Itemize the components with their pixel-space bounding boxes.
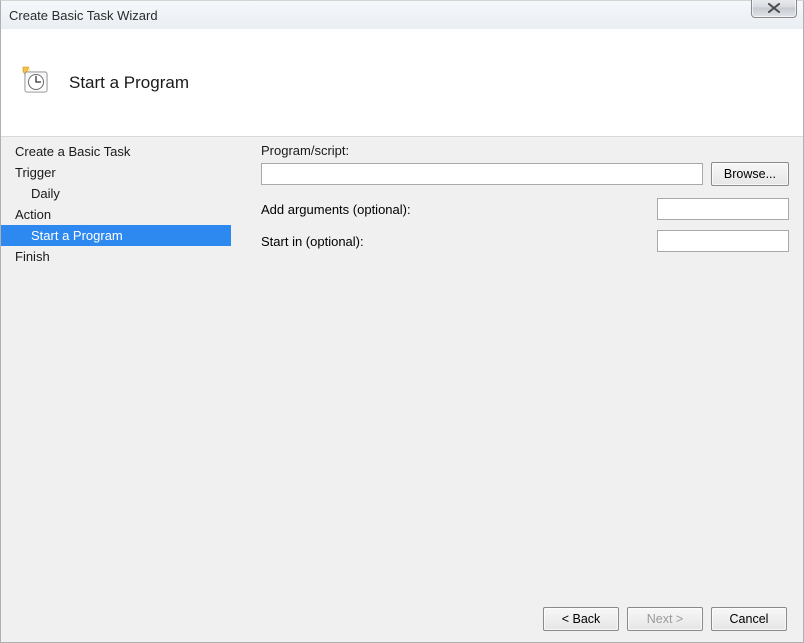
window-title: Create Basic Task Wizard xyxy=(9,8,158,23)
wizard-step-action[interactable]: Action xyxy=(1,204,231,225)
wizard-window: Create Basic Task Wizard xyxy=(0,0,804,643)
wizard-step-finish[interactable]: Finish xyxy=(1,246,231,267)
arguments-row: Add arguments (optional): xyxy=(261,198,789,220)
wizard-step-label: Action xyxy=(15,207,51,222)
program-row: Browse... xyxy=(261,162,789,186)
arguments-input[interactable] xyxy=(657,198,789,220)
cancel-button[interactable]: Cancel xyxy=(711,607,787,631)
browse-button[interactable]: Browse... xyxy=(711,162,789,186)
program-script-input[interactable] xyxy=(261,163,703,185)
wizard-header: Start a Program xyxy=(1,29,803,137)
start-in-row: Start in (optional): xyxy=(261,230,789,252)
wizard-step-daily[interactable]: Daily xyxy=(1,183,231,204)
titlebar: Create Basic Task Wizard xyxy=(1,1,803,29)
wizard-steps-sidebar: Create a Basic Task Trigger Daily Action Sta… xyxy=(1,137,231,596)
arguments-label: Add arguments (optional): xyxy=(261,202,411,217)
close-button[interactable] xyxy=(751,0,797,18)
main-pane: Program/script: Browse... Add arguments … xyxy=(231,137,803,596)
start-in-input[interactable] xyxy=(657,230,789,252)
wizard-step-start-a-program[interactable]: Start a Program xyxy=(1,225,231,246)
wizard-step-label: Start a Program xyxy=(31,228,123,243)
wizard-step-label: Create a Basic Task xyxy=(15,144,130,159)
wizard-footer: < Back Next > Cancel xyxy=(1,596,803,642)
wizard-step-label: Daily xyxy=(31,186,60,201)
close-icon xyxy=(768,3,780,13)
wizard-body: Create a Basic Task Trigger Daily Action Sta… xyxy=(1,137,803,596)
wizard-step-label: Trigger xyxy=(15,165,56,180)
page-heading: Start a Program xyxy=(69,73,189,93)
wizard-step-trigger[interactable]: Trigger xyxy=(1,162,231,183)
program-script-label: Program/script: xyxy=(261,143,789,158)
back-button[interactable]: < Back xyxy=(543,607,619,631)
start-in-label: Start in (optional): xyxy=(261,234,364,249)
wizard-step-create-a-basic-task[interactable]: Create a Basic Task xyxy=(1,141,231,162)
task-scheduler-icon xyxy=(19,65,51,100)
wizard-step-label: Finish xyxy=(15,249,50,264)
next-button[interactable]: Next > xyxy=(627,607,703,631)
